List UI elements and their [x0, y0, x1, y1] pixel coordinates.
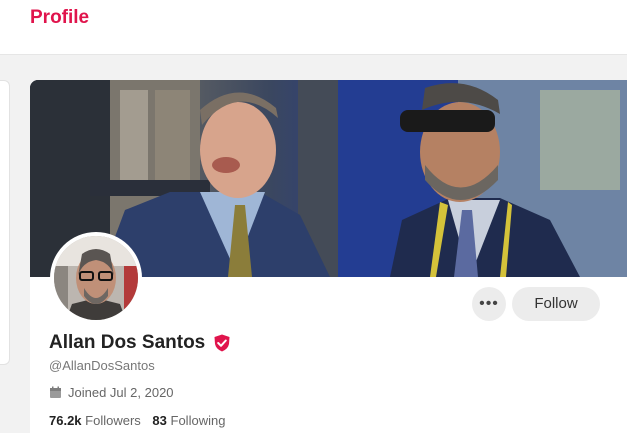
verified-badge-icon: [213, 334, 231, 352]
more-options-button[interactable]: •••: [472, 287, 506, 321]
avatar-image: [54, 236, 138, 320]
calendar-icon: [49, 386, 62, 399]
joined-date: Joined Jul 2, 2020: [49, 385, 174, 400]
avatar[interactable]: [50, 232, 142, 324]
followers-link[interactable]: 76.2k Followers: [49, 413, 144, 428]
more-dots-icon: •••: [479, 295, 499, 312]
follow-button[interactable]: Follow: [512, 287, 600, 321]
profile-card: ••• Follow Allan Dos Santos @AllanDosSan…: [30, 80, 627, 433]
following-label: Following: [170, 413, 226, 428]
left-panel-edge: [0, 80, 10, 365]
page-title: Profile: [30, 7, 90, 28]
followers-label: Followers: [85, 413, 141, 428]
following-count: 83: [152, 413, 167, 428]
profile-handle: @AllanDosSantos: [49, 358, 155, 373]
top-bar: Profile: [0, 0, 627, 55]
profile-display-name: Allan Dos Santos: [49, 332, 231, 354]
joined-text: Joined Jul 2, 2020: [68, 385, 174, 400]
profile-stats: 76.2k Followers 83 Following: [49, 413, 233, 428]
display-name-text: Allan Dos Santos: [49, 332, 206, 353]
followers-count: 76.2k: [49, 413, 82, 428]
following-link[interactable]: 83 Following: [152, 413, 225, 428]
